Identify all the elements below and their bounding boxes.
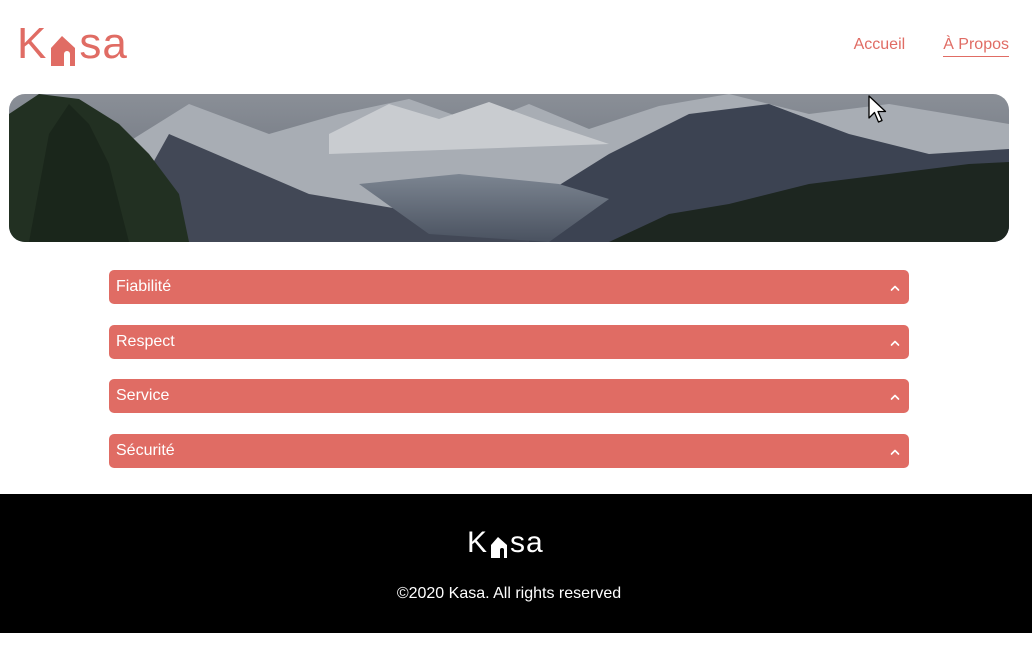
footer-kasa-logo: K sa xyxy=(467,528,544,558)
mouse-cursor-icon xyxy=(868,95,890,125)
collapse-service[interactable]: Service xyxy=(109,379,909,413)
nav-link-accueil[interactable]: Accueil xyxy=(854,36,906,57)
collapse-title: Sécurité xyxy=(116,441,175,459)
house-icon xyxy=(489,531,509,558)
collapse-fiabilite[interactable]: Fiabilité xyxy=(109,270,909,304)
main-nav: Accueil À Propos xyxy=(854,36,1009,57)
chevron-up-icon[interactable] xyxy=(889,445,901,457)
mountain-banner-image xyxy=(9,94,1009,242)
collapse-respect[interactable]: Respect xyxy=(109,324,909,359)
kasa-logo[interactable]: K sa xyxy=(17,22,128,66)
logo-letters-sa: sa xyxy=(79,19,128,68)
nav-link-a-propos[interactable]: À Propos xyxy=(943,36,1009,57)
site-header: K sa Accueil À Propos xyxy=(0,0,1032,94)
collapse-securite[interactable]: Sécurité xyxy=(109,433,909,468)
copyright-text: ©2020 Kasa. All rights reserved xyxy=(396,585,622,602)
collapse-title: Service xyxy=(116,387,170,404)
collapse-title: Respect xyxy=(116,332,175,350)
house-icon xyxy=(48,26,78,66)
logo-letters-sa: sa xyxy=(510,526,544,559)
logo-letter-k: K xyxy=(17,19,48,68)
values-collapse-list: Fiabilité Respect Service Sécurité xyxy=(109,270,909,488)
chevron-up-icon[interactable] xyxy=(889,336,901,348)
site-footer: K sa ©2020 Kasa. All rights reserved xyxy=(0,494,1032,633)
logo-letter-k: K xyxy=(467,526,489,559)
chevron-up-icon[interactable] xyxy=(889,281,901,293)
collapse-title: Fiabilité xyxy=(116,278,172,295)
chevron-up-icon[interactable] xyxy=(889,390,901,402)
